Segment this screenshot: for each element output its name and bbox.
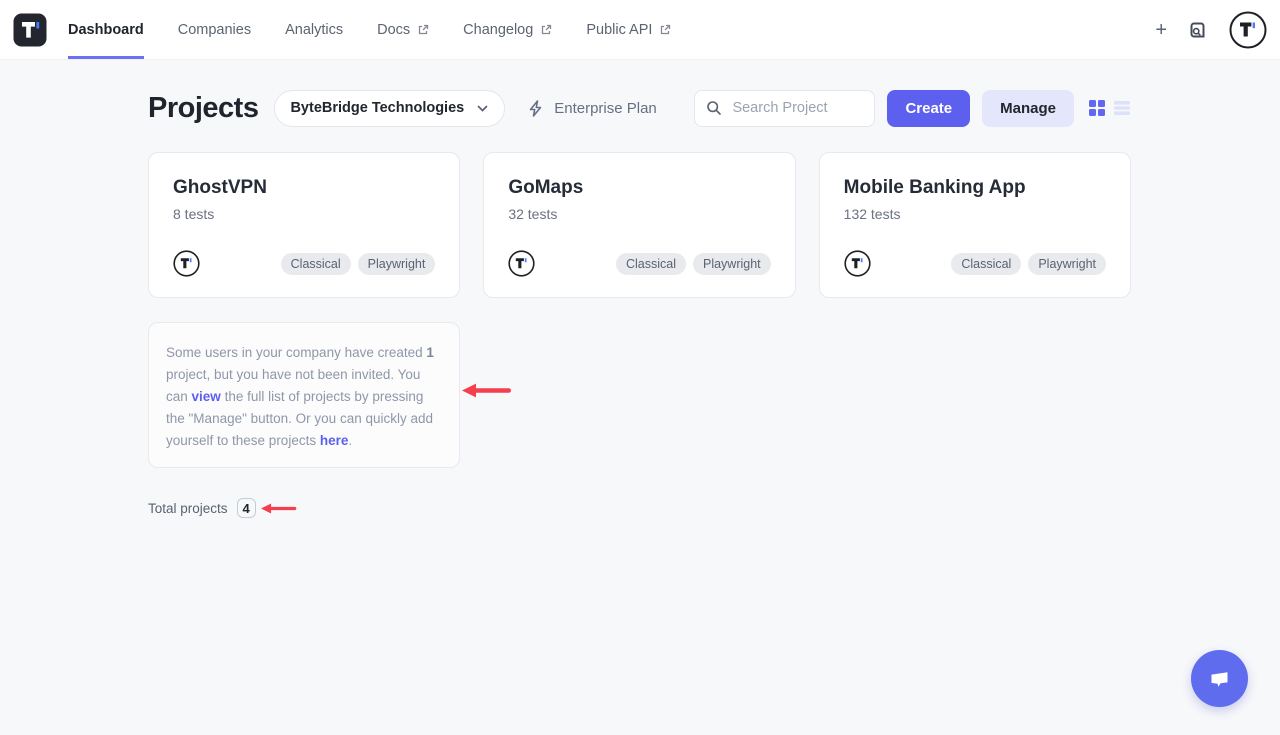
total-projects-label: Total projects <box>148 501 228 516</box>
plan-indicator: Enterprise Plan <box>526 99 657 118</box>
nav-tab-label: Dashboard <box>68 22 144 38</box>
external-link-icon <box>540 24 552 36</box>
grid-view-icon[interactable] <box>1088 99 1106 117</box>
external-link-icon <box>417 24 429 36</box>
project-card-gomaps[interactable]: GoMaps 32 tests Classical Playwright <box>483 152 795 298</box>
app-logo-icon <box>13 13 47 47</box>
plan-label: Enterprise Plan <box>554 100 657 117</box>
project-card-mobile-banking-app[interactable]: Mobile Banking App 132 tests Classical P… <box>819 152 1131 298</box>
card-footer: Classical Playwright <box>173 250 435 277</box>
chat-widget-button[interactable] <box>1191 650 1248 707</box>
list-view-icon[interactable] <box>1113 99 1131 117</box>
uninvited-projects-notice: Some users in your company have created … <box>148 322 460 468</box>
here-link[interactable]: here <box>320 433 349 448</box>
notice-count: 1 <box>426 345 434 360</box>
badge-playwright: Playwright <box>693 253 771 275</box>
search-box <box>694 90 875 127</box>
project-name: GhostVPN <box>173 177 435 199</box>
badge-classical: Classical <box>616 253 686 275</box>
add-icon[interactable]: + <box>1155 20 1167 40</box>
lightning-icon <box>526 99 545 118</box>
create-button[interactable]: Create <box>887 90 970 127</box>
project-owner-avatar <box>844 250 871 277</box>
project-name: GoMaps <box>508 177 770 199</box>
notice-text: Some users in your company have created <box>166 345 426 360</box>
nav-tab-public-api[interactable]: Public API <box>586 0 671 59</box>
project-owner-avatar <box>173 250 200 277</box>
release-notes-search-icon[interactable] <box>1188 20 1208 40</box>
notice-row: Some users in your company have created … <box>148 322 460 468</box>
projects-header: Projects ByteBridge Technologies Enterpr… <box>148 89 1131 127</box>
project-tests-count: 132 tests <box>844 206 1106 222</box>
company-selector-value: ByteBridge Technologies <box>290 100 464 116</box>
chat-bubble-icon <box>1206 665 1233 692</box>
project-tests-count: 8 tests <box>173 206 435 222</box>
badge-list: Classical Playwright <box>616 253 771 275</box>
project-name: Mobile Banking App <box>844 177 1106 199</box>
badge-classical: Classical <box>281 253 351 275</box>
badge-playwright: Playwright <box>358 253 436 275</box>
nav-tab-label: Analytics <box>285 22 343 38</box>
chevron-down-icon <box>476 102 489 115</box>
card-footer: Classical Playwright <box>844 250 1106 277</box>
nav-tab-changelog[interactable]: Changelog <box>463 0 552 59</box>
red-arrow-annotation <box>462 382 512 399</box>
topbar: Dashboard Companies Analytics Docs Chang… <box>0 0 1280 60</box>
search-icon <box>706 100 722 116</box>
project-card-ghostvpn[interactable]: GhostVPN 8 tests Classical Playwright <box>148 152 460 298</box>
projects-grid: GhostVPN 8 tests Classical Playwright Go… <box>148 152 1131 298</box>
nav-tab-label: Companies <box>178 22 251 38</box>
nav-tab-label: Changelog <box>463 22 533 38</box>
nav-tab-dashboard[interactable]: Dashboard <box>68 0 144 59</box>
view-toggles <box>1088 99 1131 117</box>
card-footer: Classical Playwright <box>508 250 770 277</box>
badge-playwright: Playwright <box>1028 253 1106 275</box>
user-avatar[interactable] <box>1229 11 1267 49</box>
main-content: Projects ByteBridge Technologies Enterpr… <box>148 60 1131 518</box>
view-link[interactable]: view <box>192 389 221 404</box>
nav-tab-docs[interactable]: Docs <box>377 0 429 59</box>
nav-tab-label: Public API <box>586 22 652 38</box>
page-title: Projects <box>148 92 258 125</box>
topbar-actions: + <box>1155 0 1280 59</box>
project-owner-avatar <box>508 250 535 277</box>
app-logo[interactable] <box>0 0 68 59</box>
badge-classical: Classical <box>951 253 1021 275</box>
nav-tab-companies[interactable]: Companies <box>178 0 251 59</box>
project-tests-count: 32 tests <box>508 206 770 222</box>
total-projects-row: Total projects 4 <box>148 498 1131 518</box>
nav-tab-label: Docs <box>377 22 410 38</box>
main-nav: Dashboard Companies Analytics Docs Chang… <box>68 0 705 59</box>
external-link-icon <box>659 24 671 36</box>
nav-tab-analytics[interactable]: Analytics <box>285 0 343 59</box>
manage-button[interactable]: Manage <box>982 90 1074 127</box>
company-selector[interactable]: ByteBridge Technologies <box>274 90 505 127</box>
badge-list: Classical Playwright <box>951 253 1106 275</box>
badge-list: Classical Playwright <box>281 253 436 275</box>
red-arrow-annotation <box>261 501 297 516</box>
total-projects-count: 4 <box>237 498 256 518</box>
notice-text: . <box>348 433 352 448</box>
